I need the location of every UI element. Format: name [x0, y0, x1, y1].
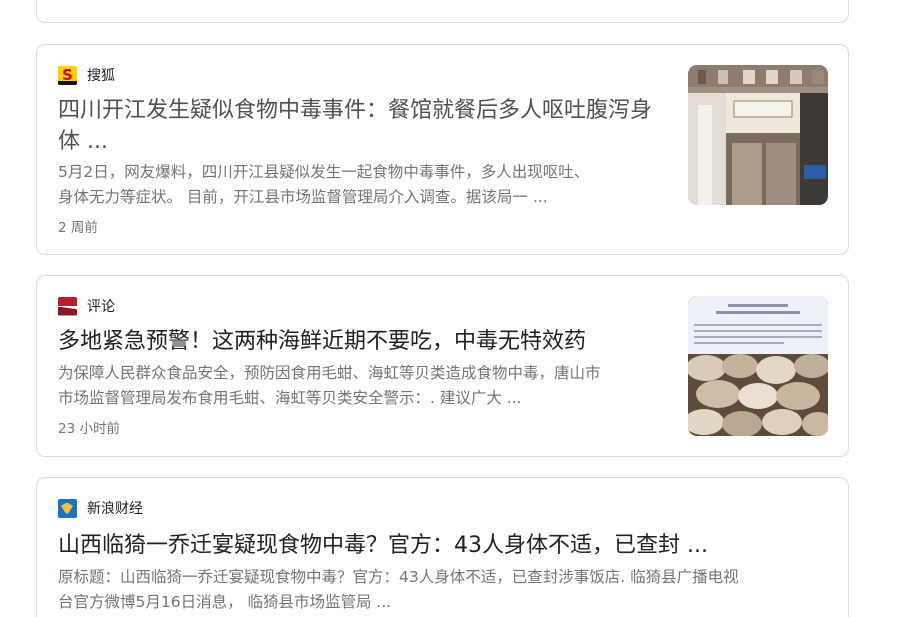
news-timestamp: 2 周前 — [58, 220, 98, 236]
news-title-line: 四川开江发生疑似食物中毒事件：餐馆就餐后多人呕吐腹泻身 — [58, 98, 653, 123]
news-title[interactable]: 四川开江发生疑似食物中毒事件：餐馆就餐后多人呕吐腹泻身 体 ... — [58, 95, 652, 157]
source-name: 评论 — [87, 299, 115, 315]
news-source: 新浪财经 — [58, 498, 143, 518]
news-thumbnail[interactable] — [688, 65, 828, 205]
news-snippet-line: 为保障人民群众食品安全，预防因食用毛蚶、海虹等贝类造成食物中毒，唐山市 — [58, 364, 601, 382]
news-title[interactable]: 多地紧急预警！这两种海鲜近期不要吃，中毒无特效药 — [58, 326, 586, 357]
news-snippet-line: 原标题：山西临猗一乔迁宴疑现食物中毒？官方：43人身体不适，已查封涉事饭店. 临… — [58, 568, 739, 586]
news-card-previous[interactable] — [36, 0, 849, 23]
news-results-feed: S 搜狐 四川开江发生疑似食物中毒事件：餐馆就餐后多人呕吐腹泻身 体 ... 5… — [0, 0, 899, 617]
news-snippet-line: 身体无力等症状。 目前，开江县市场监督管理局介入调查。据该局一 ... — [58, 188, 548, 206]
news-title-line: 多地紧急预警！这两种海鲜近期不要吃，中毒无特效药 — [58, 329, 587, 354]
news-title-line: 体 ... — [58, 129, 108, 154]
news-title[interactable]: 山西临猗一乔迁宴疑现食物中毒？官方：43人身体不适，已查封 ... — [58, 530, 708, 561]
news-source: 评论 — [58, 296, 115, 316]
news-thumbnail[interactable] — [688, 296, 828, 436]
news-snippet-line: 台官方微博5月16日消息， 临猗县市场监管局 ... — [58, 593, 392, 611]
news-snippet: 5月2日，网友爆料，四川开江县疑似发生一起食物中毒事件，多人出现呕吐、 身体无力… — [58, 160, 589, 210]
source-name: 搜狐 — [87, 68, 115, 84]
news-snippet-line: 5月2日，网友爆料，四川开江县疑似发生一起食物中毒事件，多人出现呕吐、 — [58, 163, 590, 181]
news-card[interactable]: 评论 多地紧急预警！这两种海鲜近期不要吃，中毒无特效药 为保障人民群众食品安全，… — [36, 275, 849, 457]
news-card[interactable]: 新浪财经 山西临猗一乔迁宴疑现食物中毒？官方：43人身体不适，已查封 ... 原… — [36, 477, 849, 617]
news-timestamp: 23 小时前 — [58, 421, 120, 437]
news-snippet: 为保障人民群众食品安全，预防因食用毛蚶、海虹等贝类造成食物中毒，唐山市 市场监督… — [58, 361, 601, 411]
news-snippet-line: 市场监督管理局发布食用毛蚶、海虹等贝类安全警示：. 建议广大 ... — [58, 389, 522, 407]
source-name: 新浪财经 — [87, 501, 143, 517]
sohu-logo-icon: S — [58, 65, 77, 85]
news-source: S 搜狐 — [58, 65, 115, 85]
news-card[interactable]: S 搜狐 四川开江发生疑似食物中毒事件：餐馆就餐后多人呕吐腹泻身 体 ... 5… — [36, 44, 849, 255]
sina-finance-logo-icon — [58, 498, 77, 518]
news-snippet: 原标题：山西临猗一乔迁宴疑现食物中毒？官方：43人身体不适，已查封涉事饭店. 临… — [58, 565, 739, 615]
pinglun-logo-icon — [58, 296, 77, 316]
news-title-line: 山西临猗一乔迁宴疑现食物中毒？官方：43人身体不适，已查封 ... — [58, 533, 708, 558]
